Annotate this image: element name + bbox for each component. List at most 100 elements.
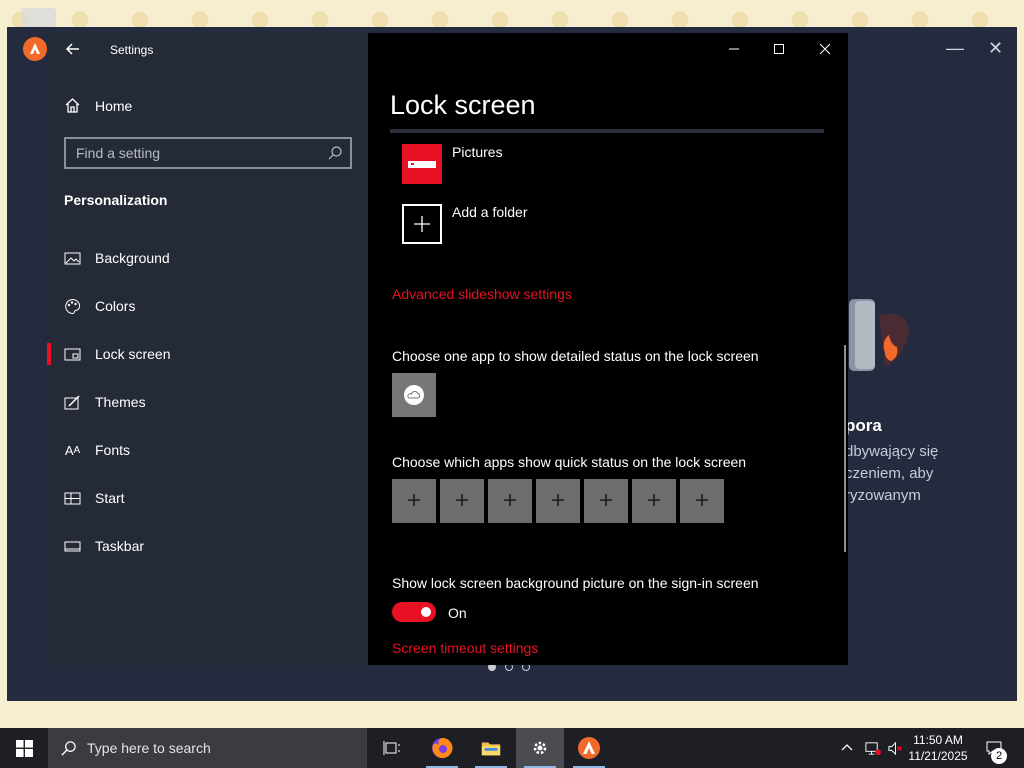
- toggle-knob: [421, 607, 431, 617]
- pictures-folder-icon: [402, 144, 442, 184]
- task-view-button[interactable]: [368, 728, 416, 768]
- quick-status-slots: + + + + + + +: [392, 479, 724, 523]
- quick-status-slot-2[interactable]: +: [440, 479, 484, 523]
- palette-icon: [64, 298, 81, 315]
- nav-item-colors[interactable]: Colors: [64, 294, 135, 318]
- divider: [390, 129, 824, 133]
- maximize-icon: [774, 44, 784, 54]
- nav-item-label: Background: [95, 250, 170, 266]
- signin-background-toggle[interactable]: [392, 602, 436, 622]
- taskbar-search-placeholder: Type here to search: [87, 740, 211, 756]
- folder-label: Pictures: [452, 144, 503, 160]
- quick-status-slot-5[interactable]: +: [584, 479, 628, 523]
- chevron-up-icon: [841, 744, 853, 751]
- app-text-line-1: dbywający się: [845, 443, 939, 460]
- file-explorer-icon: [481, 742, 501, 756]
- nav-item-start[interactable]: Start: [64, 486, 125, 510]
- home-nav-item[interactable]: Home: [64, 97, 132, 114]
- screen-timeout-link[interactable]: Screen timeout settings: [392, 640, 538, 656]
- nav-item-label: Fonts: [95, 442, 131, 458]
- search-icon: [61, 740, 76, 756]
- minimize-icon: [729, 48, 739, 50]
- plus-icon: [402, 204, 442, 244]
- lock-screen-page: Lock screen Pictures Add a folder Advanc…: [368, 33, 848, 665]
- network-button[interactable]: [861, 728, 883, 768]
- system-clock[interactable]: 11:50 AM 11/21/2025: [906, 732, 970, 764]
- taskbar-file-explorer[interactable]: [467, 728, 515, 768]
- font-icon: AA: [64, 442, 81, 458]
- brush-icon: [64, 394, 81, 411]
- settings-titlebar: Settings: [47, 33, 368, 65]
- volume-button[interactable]: [884, 728, 906, 768]
- quick-status-slot-1[interactable]: +: [392, 479, 436, 523]
- lock-screen-icon: [64, 346, 81, 363]
- folder-pictures[interactable]: Pictures: [402, 144, 503, 184]
- nav-item-background[interactable]: Background: [64, 246, 170, 270]
- back-arrow-icon: [65, 43, 79, 55]
- home-icon: [65, 98, 80, 113]
- avast-logo-icon: [23, 37, 47, 61]
- maximize-button[interactable]: [767, 39, 791, 59]
- settings-icon: [533, 741, 547, 755]
- folder-label: Add a folder: [452, 204, 528, 220]
- clock-date: 11/21/2025: [908, 749, 968, 763]
- advanced-slideshow-link[interactable]: Advanced slideshow settings: [392, 286, 572, 302]
- settings-nav-pane: Settings Home Personalization Background…: [46, 33, 368, 665]
- taskbar-search-box[interactable]: Type here to search: [48, 728, 367, 768]
- nav-item-taskbar[interactable]: Taskbar: [64, 534, 144, 558]
- toggle-state-label: On: [448, 605, 467, 621]
- nav-item-lock-screen[interactable]: Lock screen: [46, 342, 171, 366]
- taskbar-icon: [64, 538, 81, 555]
- find-setting-search[interactable]: [64, 137, 352, 169]
- app-heading-fragment: pora: [845, 416, 882, 435]
- start-button[interactable]: [0, 728, 48, 768]
- desktop-shortcut-icon[interactable]: [22, 8, 56, 28]
- search-icon: [328, 146, 342, 160]
- quick-status-label: Choose which apps show quick status on t…: [392, 454, 747, 470]
- section-title: Personalization: [64, 192, 168, 208]
- quick-status-slot-3[interactable]: +: [488, 479, 532, 523]
- firewall-illustration-icon: [849, 299, 909, 371]
- add-folder-button[interactable]: Add a folder: [402, 204, 528, 244]
- detailed-status-app-button[interactable]: [392, 373, 436, 417]
- taskbar: Type here to search 11:50 AM 11/21/2025 …: [0, 728, 1024, 768]
- windows-logo-icon: [15, 739, 33, 757]
- nav-item-fonts[interactable]: AA Fonts: [64, 438, 130, 462]
- notification-count-badge: 2: [991, 748, 1007, 764]
- taskbar-settings[interactable]: [516, 728, 564, 768]
- task-view-icon: [383, 741, 400, 755]
- search-input[interactable]: [66, 139, 350, 167]
- nav-item-label: Start: [95, 490, 125, 506]
- scrollbar[interactable]: [844, 345, 846, 552]
- show-hidden-icons-button[interactable]: [838, 728, 856, 768]
- quick-status-slot-4[interactable]: +: [536, 479, 580, 523]
- close-icon: [819, 43, 831, 55]
- volume-muted-icon: [887, 741, 902, 755]
- quick-status-slot-6[interactable]: +: [632, 479, 676, 523]
- home-label: Home: [95, 97, 133, 114]
- back-button[interactable]: [63, 39, 83, 59]
- taskbar-firefox[interactable]: [418, 728, 466, 768]
- weather-icon: [404, 385, 424, 405]
- quick-status-slot-7[interactable]: +: [680, 479, 724, 523]
- start-grid-icon: [64, 490, 81, 507]
- app-minimize-icon[interactable]: —: [946, 37, 964, 59]
- nav-item-themes[interactable]: Themes: [64, 390, 146, 414]
- minimize-button[interactable]: [722, 39, 746, 59]
- taskbar-avast[interactable]: [565, 728, 613, 768]
- avast-icon: [578, 737, 600, 759]
- detailed-status-label: Choose one app to show detailed status o…: [392, 348, 759, 364]
- network-icon: [864, 741, 881, 755]
- nav-item-label: Taskbar: [95, 538, 145, 554]
- nav-item-label: Lock screen: [95, 346, 171, 362]
- nav-item-label: Colors: [95, 298, 136, 314]
- clock-time: 11:50 AM: [913, 733, 963, 747]
- signin-background-label: Show lock screen background picture on t…: [392, 575, 759, 591]
- nav-item-label: Themes: [95, 394, 146, 410]
- close-button[interactable]: [813, 39, 837, 59]
- firefox-icon: [432, 737, 453, 758]
- picture-icon: [64, 250, 81, 267]
- app-text-line-2: czeniem, aby: [845, 465, 934, 482]
- app-close-icon[interactable]: ✕: [988, 37, 1003, 59]
- page-title: Lock screen: [390, 90, 536, 120]
